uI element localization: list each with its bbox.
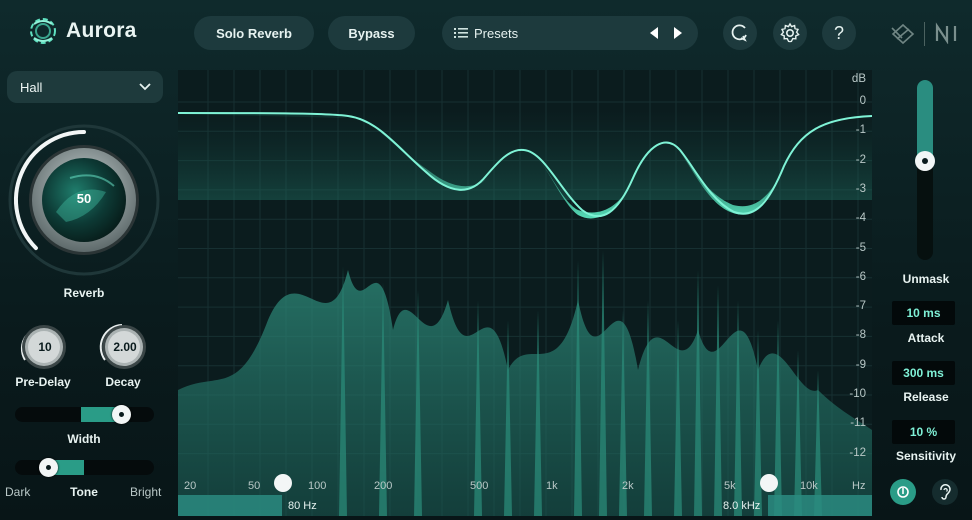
freq-tick-label: 5k (724, 480, 736, 492)
solo-reverb-label: Solo Reverb (216, 25, 292, 41)
db-unit-label: dB (851, 73, 866, 85)
listen-button[interactable] (932, 479, 958, 505)
next-preset-button[interactable] (666, 21, 690, 45)
attack-value[interactable]: 10 ms (892, 301, 955, 325)
thumb-dot (922, 158, 928, 164)
help-button[interactable]: ? (822, 16, 856, 50)
freq-tick-label: 1k (546, 480, 558, 492)
ear-icon (940, 484, 951, 500)
db-tick-label: -6 (855, 270, 866, 283)
next-arrow-icon (674, 27, 682, 39)
izotope-logo-icon (891, 23, 915, 45)
width-slider[interactable] (15, 407, 154, 422)
presets-bar[interactable]: Presets (442, 16, 698, 50)
reverb-label: Reverb (63, 286, 105, 300)
room-type-value: Hall (20, 79, 43, 95)
freq-tick-label: 10k (800, 480, 818, 492)
db-tick-label: -8 (855, 329, 866, 342)
ni-logo-icon (935, 22, 957, 44)
high-cut-handle[interactable] (760, 474, 778, 492)
solo-reverb-button[interactable]: Solo Reverb (194, 16, 314, 50)
room-type-dropdown[interactable]: Hall (7, 71, 163, 103)
width-label: Width (67, 432, 101, 446)
aurora-plugin-window: Aurora Solo Reverb Bypass Presets ? Hall… (0, 0, 972, 520)
freq-tick-label: 2k (622, 480, 634, 492)
tone-dark-label: Dark (5, 485, 31, 499)
db-tick-label: -4 (855, 212, 866, 225)
decay-label: Decay (105, 375, 141, 389)
db-tick-label: -7 (855, 300, 866, 313)
decay-knob[interactable]: 2.00 (96, 320, 150, 374)
sensitivity-value[interactable]: 10 % (892, 420, 955, 444)
db-tick-label: -10 (849, 388, 866, 400)
bypass-label: Bypass (348, 25, 395, 41)
unmask-slider-thumb[interactable] (915, 151, 935, 171)
settings-button[interactable] (773, 16, 807, 50)
chevron-down-icon (139, 83, 151, 91)
app-title: Aurora (66, 19, 137, 42)
freq-tick-label: 20 (184, 480, 197, 492)
tone-slider[interactable] (15, 460, 154, 475)
freq-tick-label: 50 (248, 480, 261, 492)
left-panel: Hall 50 Reverb 10 Pre-Delay 2.00 Decay W… (0, 66, 170, 520)
presets-label: Presets (474, 25, 519, 41)
top-bar: Aurora Solo Reverb Bypass Presets ? (0, 0, 972, 66)
db-tick-label: -12 (849, 446, 866, 459)
high-cut-bar (768, 495, 872, 516)
reverb-knob[interactable]: 50 (6, 122, 162, 278)
loop-icon (731, 24, 747, 42)
db-tick-label: -1 (855, 124, 866, 137)
prev-arrow-icon (650, 27, 658, 39)
pre-delay-value: 10 (38, 340, 52, 354)
pre-delay-knob[interactable]: 10 (16, 320, 70, 374)
list-icon (454, 28, 468, 38)
brand-divider (924, 22, 925, 46)
tone-label: Tone (70, 485, 98, 499)
reverb-value: 50 (76, 191, 92, 206)
decay-value: 2.00 (113, 340, 137, 354)
eq-spectrum-display[interactable]: dB 0 -1 -2 -3 -4 -5 -6 -7 -8 -9 -10 -11 -12 80 Hz 8.0… (178, 70, 872, 516)
high-cut-value: 8.0 kHz (723, 500, 761, 512)
freq-tick-label: 100 (308, 480, 327, 492)
low-cut-bar (178, 495, 282, 516)
bypass-button[interactable]: Bypass (328, 16, 415, 50)
sensitivity-label: Sensitivity (895, 449, 957, 463)
unmask-label: Unmask (902, 272, 950, 286)
app-logo: Aurora (26, 14, 137, 48)
db-tick-label: -5 (855, 241, 866, 254)
low-cut-value: 80 Hz (288, 500, 317, 512)
db-tick-label: -11 (850, 417, 866, 430)
freq-tick-label: Hz (852, 480, 866, 492)
power-icon (897, 486, 909, 498)
unmask-slider-fill (917, 80, 933, 161)
spectrum-graphic (178, 70, 872, 516)
db-tick-label: -2 (855, 153, 866, 166)
freq-tick-label: 200 (374, 480, 393, 492)
history-button[interactable] (723, 16, 757, 50)
gear-icon (780, 22, 800, 43)
width-slider-thumb[interactable] (111, 405, 131, 424)
db-tick-label: -9 (855, 358, 866, 371)
release-value[interactable]: 300 ms (892, 361, 955, 385)
db-tick-label: -3 (855, 182, 866, 195)
help-icon: ? (833, 22, 844, 43)
right-panel: Unmask 10 ms Attack 300 ms Release 10 % … (880, 66, 972, 520)
attack-label: Attack (907, 331, 945, 345)
aurora-logo-icon (30, 18, 56, 44)
prev-preset-button[interactable] (642, 21, 666, 45)
power-button[interactable] (890, 479, 916, 505)
curve-glow (178, 110, 872, 200)
release-label: Release (903, 390, 949, 404)
tone-bright-label: Bright (130, 485, 162, 499)
pre-delay-label: Pre-Delay (15, 375, 71, 389)
freq-tick-label: 500 (470, 480, 489, 492)
db-tick-label: 0 (859, 95, 866, 107)
low-cut-handle[interactable] (274, 474, 292, 492)
